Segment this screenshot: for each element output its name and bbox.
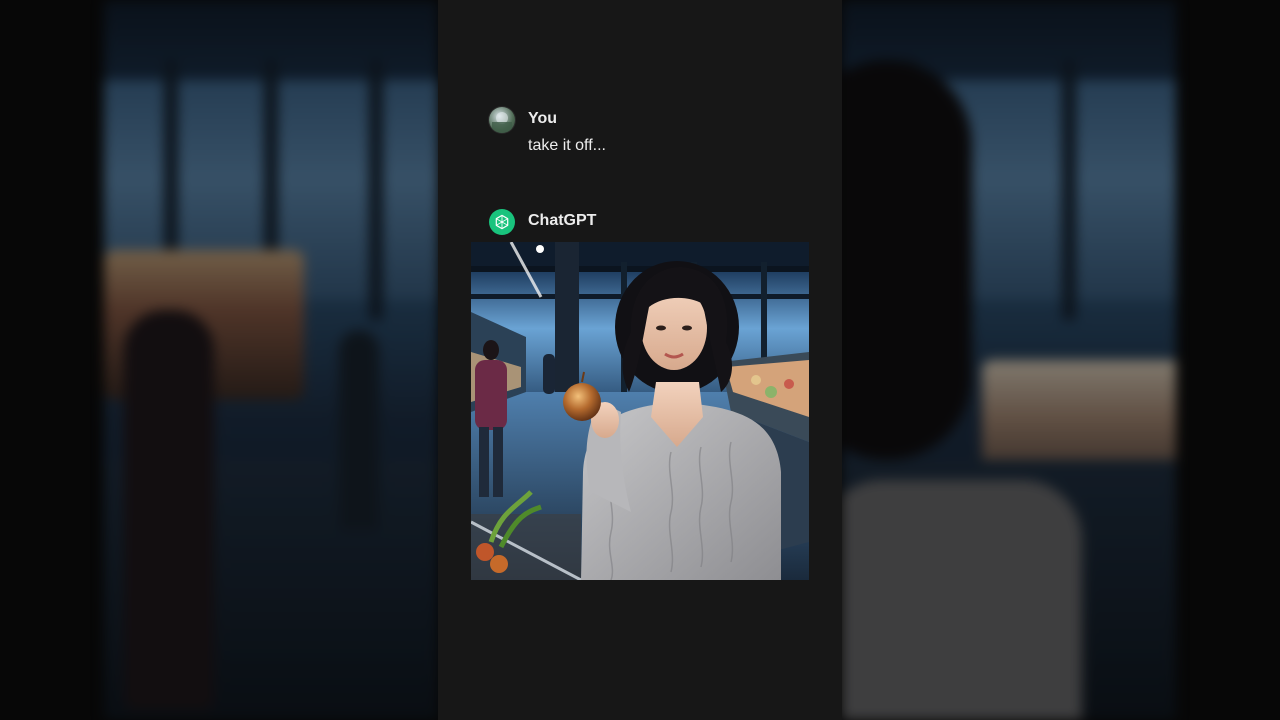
- user-author-name: You: [528, 110, 558, 127]
- user-message-text: take it off...: [528, 137, 606, 154]
- blurred-background-right: [842, 0, 1176, 720]
- generated-image[interactable]: [471, 242, 809, 580]
- assistant-author-name: ChatGPT: [528, 212, 597, 229]
- video-frame: You take it off... ChatGPT: [0, 0, 1280, 720]
- blurred-background-left: [104, 0, 438, 720]
- openai-logo-icon: [489, 209, 515, 235]
- user-avatar: [489, 107, 515, 133]
- chat-column: You take it off... ChatGPT: [438, 0, 842, 720]
